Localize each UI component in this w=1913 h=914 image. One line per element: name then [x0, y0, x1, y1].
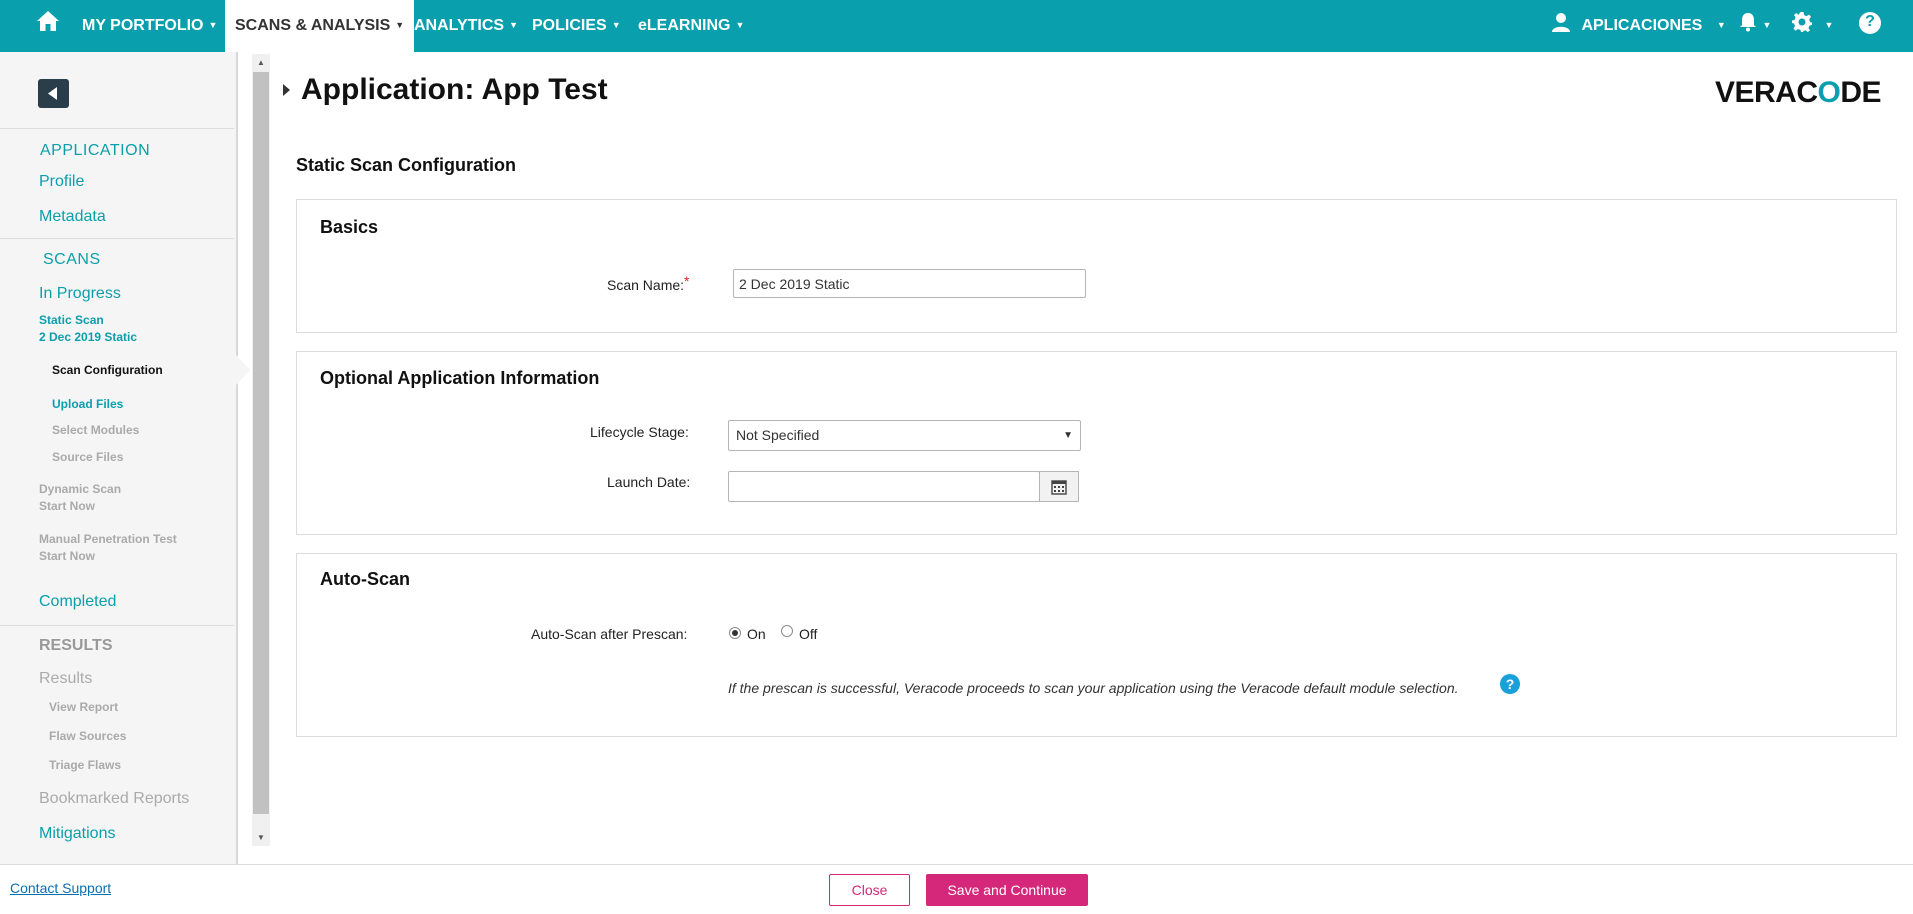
gear-icon	[1792, 12, 1812, 32]
sidebar-item-upload-files[interactable]: Upload Files	[52, 397, 123, 411]
close-button[interactable]: Close	[829, 874, 910, 906]
current-page-indicator	[236, 355, 250, 385]
lifecycle-stage-label: Lifecycle Stage:	[590, 424, 689, 440]
section-title: Static Scan Configuration	[296, 155, 517, 175]
results-heading: RESULTS	[39, 637, 113, 654]
static-scan-type: Static Scan	[39, 313, 104, 327]
lifecycle-stage-select[interactable]: Not Specified ▼	[728, 420, 1081, 451]
sidebar-item-triage-flaws: Triage Flaws	[49, 758, 122, 772]
nav-my-portfolio[interactable]: MY PORTFOLIO ▼	[82, 0, 217, 52]
nav-elearning[interactable]: eLEARNING ▼	[638, 0, 744, 52]
static-scan-name: 2 Dec 2019 Static	[39, 330, 138, 344]
sidebar-item-flaw-sources: Flaw Sources	[49, 729, 127, 743]
lifecycle-stage-value: Not Specified	[736, 427, 820, 443]
sidebar-item-scan-configuration[interactable]: Scan Configuration	[52, 363, 163, 377]
sidebar: APPLICATION Profile Metadata SCANS In Pr…	[0, 52, 238, 864]
caret-down-icon: ▼	[208, 20, 218, 30]
sidebar-item-view-report: View Report	[49, 700, 119, 714]
caret-down-icon: ▼	[1824, 20, 1834, 30]
divider	[0, 625, 234, 626]
required-mark: *	[684, 273, 690, 289]
caret-down-icon: ▼	[611, 20, 621, 30]
page-title: Application: App Test	[301, 73, 608, 106]
optional-info-title: Optional Application Information	[320, 368, 600, 388]
help-icon[interactable]: ?	[1859, 12, 1881, 34]
basics-title: Basics	[320, 217, 379, 237]
collapse-sidebar-button[interactable]	[38, 79, 69, 108]
sidebar-item-source-files: Source Files	[52, 450, 124, 464]
sidebar-item-results: Results	[39, 670, 93, 687]
auto-scan-on-label[interactable]: On	[747, 626, 766, 642]
caret-down-icon: ▼	[509, 20, 519, 30]
auto-scan-label: Auto-Scan after Prescan:	[531, 626, 688, 642]
caret-down-icon: ▼	[735, 20, 745, 30]
sidebar-item-dynamic-scan: Dynamic Scan Start Now	[39, 481, 121, 515]
scans-heading: SCANS	[43, 251, 101, 268]
scroll-down-icon[interactable]: ▼	[252, 829, 270, 846]
bell-icon	[1740, 13, 1756, 32]
auto-scan-panel: Auto-Scan Auto-Scan after Prescan: On Of…	[296, 553, 1897, 737]
caret-down-icon: ▼	[395, 20, 405, 30]
calendar-icon	[1051, 480, 1067, 495]
divider	[0, 128, 234, 129]
divider	[0, 238, 234, 239]
settings-menu[interactable]: ▼	[1792, 0, 1833, 52]
launch-date-input[interactable]	[728, 471, 1040, 502]
save-and-continue-button[interactable]: Save and Continue	[926, 874, 1088, 906]
launch-date-label: Launch Date:	[607, 474, 691, 490]
sidebar-scrollbar[interactable]: ▲ ▼	[252, 54, 270, 846]
manual-pen-test-status: Start Now	[39, 549, 96, 563]
scan-name-input[interactable]: 2 Dec 2019 Static	[733, 269, 1086, 298]
nav-scans-analysis[interactable]: SCANS & ANALYSIS ▼	[225, 0, 415, 53]
question-icon[interactable]: ?	[1500, 674, 1520, 694]
sidebar-item-select-modules: Select Modules	[52, 423, 140, 437]
application-heading: APPLICATION	[40, 142, 151, 159]
optional-info-panel: Optional Application Information Lifecyc…	[296, 351, 1897, 535]
basics-panel: Basics Scan Name:* 2 Dec 2019 Static	[296, 199, 1897, 333]
dropdown-arrow-icon: ▼	[1063, 430, 1073, 441]
nav-analytics[interactable]: ANALYTICS ▼	[414, 0, 518, 52]
user-name: APLICACIONES	[1581, 17, 1703, 34]
sidebar-item-completed[interactable]: Completed	[39, 593, 116, 611]
dynamic-scan-status: Start Now	[39, 499, 96, 513]
manual-pen-test-type: Manual Penetration Test	[39, 532, 177, 546]
sidebar-item-mitigations[interactable]: Mitigations	[39, 825, 115, 843]
nav-policies[interactable]: POLICIES ▼	[532, 0, 621, 52]
dynamic-scan-type: Dynamic Scan	[39, 482, 122, 496]
veracode-logo: VERACODE	[1715, 76, 1882, 109]
caret-down-icon: ▼	[1716, 20, 1726, 30]
footer-bar: Contact Support Close Save and Continue	[0, 864, 1913, 914]
auto-scan-title: Auto-Scan	[320, 569, 410, 589]
scrollbar-thumb[interactable]	[253, 72, 269, 814]
caret-down-icon: ▼	[1762, 20, 1772, 30]
caret-left-icon	[48, 87, 57, 100]
home-icon[interactable]	[36, 10, 64, 38]
auto-scan-note: If the prescan is successful, Veracode p…	[728, 680, 1459, 696]
sidebar-item-static-scan[interactable]: Static Scan 2 Dec 2019 Static	[39, 312, 137, 346]
top-nav-bar: MY PORTFOLIO ▼ SCANS & ANALYSIS ▼ ANALYTIC…	[0, 0, 1913, 53]
auto-scan-off-label[interactable]: Off	[799, 626, 817, 642]
user-icon	[1552, 13, 1570, 32]
sidebar-item-profile[interactable]: Profile	[39, 173, 84, 191]
sidebar-item-in-progress[interactable]: In Progress	[39, 285, 121, 303]
calendar-button[interactable]	[1039, 471, 1079, 502]
scan-name-label: Scan Name:*	[607, 273, 690, 293]
expand-caret-icon[interactable]	[283, 84, 290, 96]
user-menu[interactable]: APLICACIONES ▼	[1551, 0, 1726, 52]
contact-support-link[interactable]: Contact Support	[10, 880, 111, 896]
auto-scan-on-radio[interactable]	[729, 627, 741, 639]
notifications-menu[interactable]: ▼	[1738, 0, 1771, 52]
auto-scan-off-radio[interactable]	[781, 625, 793, 637]
sidebar-item-manual-pen-test: Manual Penetration Test Start Now	[39, 531, 177, 565]
sidebar-item-metadata[interactable]: Metadata	[39, 208, 106, 226]
sidebar-item-bookmarked-reports: Bookmarked Reports	[39, 790, 190, 807]
scroll-up-icon[interactable]: ▲	[252, 54, 270, 71]
